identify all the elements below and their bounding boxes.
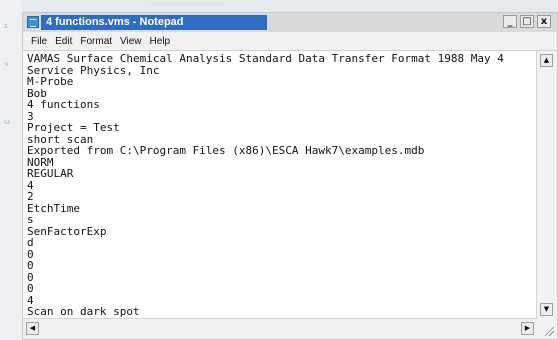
text-line: M-Probe: [27, 75, 74, 88]
text-line: Project = Test: [27, 121, 120, 134]
close-button[interactable]: x: [537, 15, 551, 28]
window-controls: _ □ x: [503, 15, 551, 28]
desktop-background-strip: s ч ω: [0, 0, 22, 340]
text-line: Scan on dark spot: [27, 305, 140, 318]
desktop-mark: ω: [4, 118, 10, 126]
menu-view[interactable]: View: [116, 36, 146, 47]
text-line: 0: [27, 270, 34, 284]
text-line: Bob: [27, 86, 47, 100]
horizontal-scrollbar[interactable]: ◀ ▶: [23, 318, 537, 339]
text-line: SenFactorExp: [27, 224, 107, 238]
window-title: 4 functions.vms - Notepad: [46, 16, 184, 28]
menu-help[interactable]: Help: [146, 36, 175, 47]
menu-format[interactable]: Format: [76, 36, 116, 47]
scroll-up-icon[interactable]: ▲: [540, 54, 553, 67]
text-line: EtchTime: [27, 201, 80, 215]
menu-bar: File Edit Format View Help: [23, 32, 557, 51]
title-highlight: 4 functions.vms - Notepad: [41, 15, 267, 30]
scroll-left-icon[interactable]: ◀: [26, 322, 39, 335]
menu-file[interactable]: File: [27, 36, 51, 47]
text-line: REGULAR: [27, 167, 74, 180]
text-line: 4 functions: [27, 98, 100, 111]
text-line: 0: [27, 259, 34, 272]
minimize-button[interactable]: _: [503, 15, 517, 28]
notepad-app-icon[interactable]: [27, 16, 39, 28]
desktop-mark: s: [4, 22, 8, 30]
text-content[interactable]: VAMAS Surface Chemical Analysis Standard…: [27, 53, 535, 319]
scroll-right-icon[interactable]: ▶: [521, 322, 534, 335]
text-line: d: [27, 236, 34, 249]
background-caption: · · · · · · · · · · · · · · · · · · · ·: [150, 1, 225, 8]
text-line: 0: [27, 282, 34, 295]
resize-grip-icon[interactable]: [537, 319, 557, 339]
maximize-button[interactable]: □: [520, 15, 534, 28]
editor-area[interactable]: VAMAS Surface Chemical Analysis Standard…: [23, 50, 557, 339]
text-line: NORM: [27, 155, 54, 169]
text-line: 0: [27, 247, 34, 261]
text-line: VAMAS Surface Chemical Analysis Standard…: [27, 53, 504, 65]
desktop-mark: ч: [4, 60, 9, 68]
text-line: 4: [27, 178, 34, 192]
vertical-scrollbar[interactable]: ▲ ▼: [536, 51, 557, 319]
title-bar[interactable]: 4 functions.vms - Notepad _ □ x: [23, 13, 557, 33]
menu-edit[interactable]: Edit: [51, 36, 76, 47]
notepad-window: 4 functions.vms - Notepad _ □ x File Edi…: [22, 12, 558, 340]
scroll-down-icon[interactable]: ▼: [540, 303, 553, 316]
text-line: s: [27, 213, 34, 226]
text-line: 2: [27, 190, 34, 203]
text-line: Service Physics, Inc: [27, 63, 160, 77]
text-line: Exported from C:\Program Files (x86)\ESC…: [27, 144, 425, 157]
